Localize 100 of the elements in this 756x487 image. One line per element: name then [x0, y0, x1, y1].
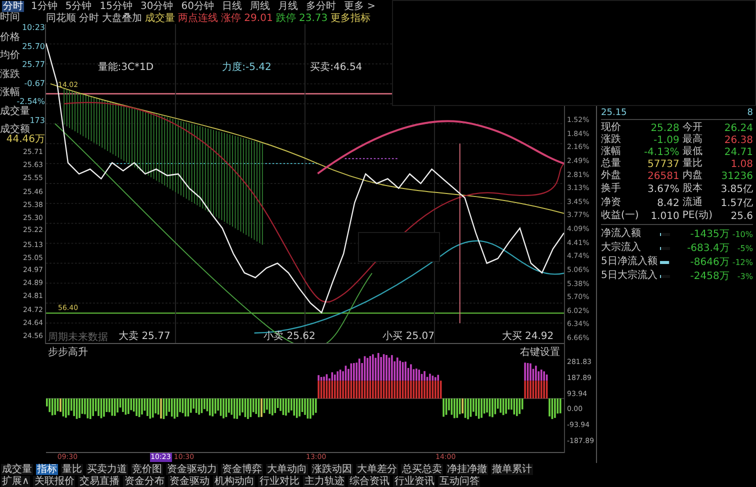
quote-value: 44.46万: [5, 135, 45, 145]
flow-value: -8646万: [689, 256, 730, 269]
flow-percent: -12%: [732, 258, 753, 266]
quote-label: 流通: [682, 197, 704, 209]
period-tab[interactable]: 周线: [248, 0, 271, 12]
quote-value: 1.010: [650, 210, 680, 222]
flow-value: -683.4万: [686, 242, 730, 255]
quote-label: 成交额: [0, 125, 30, 135]
bottom-tab[interactable]: 行业资讯: [393, 476, 436, 486]
bottom-tab[interactable]: 大单动向: [266, 464, 308, 474]
quote-value: 26.38: [723, 134, 753, 146]
indicator-label: 力度:-5.42: [222, 60, 272, 74]
bottom-tab[interactable]: 资金分布: [123, 476, 166, 486]
bottom-tab[interactable]: 总买总卖: [401, 464, 443, 474]
bottom-tab[interactable]: 关联报价: [33, 476, 76, 486]
quote-value: 26.24: [723, 122, 753, 134]
quote-value: 24.71: [723, 146, 753, 158]
indicator-label: 买卖:46.54: [310, 60, 362, 74]
bottom-tab[interactable]: 成交量: [1, 464, 33, 474]
bottom-tab[interactable]: 扩展∧: [1, 476, 30, 486]
quote-value: 8.42: [656, 198, 680, 208]
order-price: 25.15: [601, 108, 627, 118]
quote-value: 3.67%: [646, 184, 680, 194]
quote-label: 换手: [601, 183, 622, 195]
period-tab[interactable]: 多分时: [304, 0, 337, 12]
chart-note: 周期未来数据: [48, 330, 108, 344]
quote-value: -0.67: [23, 80, 45, 88]
trade-marker: 小买 25.07: [382, 330, 434, 343]
trade-marker: 大卖 25.77: [118, 330, 170, 343]
bottom-tab[interactable]: 资金博弈: [221, 464, 263, 474]
indicator-label: 量能:3C*1D: [98, 60, 154, 74]
trade-marker: 大买 24.92: [502, 330, 554, 343]
quote-label: 净资: [601, 197, 622, 209]
toolbar-item[interactable]: 分时: [79, 11, 99, 25]
quote-label: 涨幅: [601, 146, 622, 158]
bottom-tab[interactable]: 资金驱动力: [166, 464, 218, 474]
time-label: 时间: [0, 12, 21, 24]
quote-value: 25.77: [21, 61, 45, 70]
bottom-tab[interactable]: 互动问答: [438, 476, 480, 486]
period-tab[interactable]: 5分钟: [64, 0, 93, 12]
quote-value: 25.6: [730, 210, 753, 222]
quote-value: 1.57亿: [720, 197, 753, 210]
toolbar-item[interactable]: 成交量: [145, 11, 175, 25]
flow-label: 5日大宗流入: [601, 270, 658, 282]
guide-line-drawing: [344, 158, 400, 160]
quote-label: 内盘: [682, 170, 704, 182]
bottom-tab[interactable]: 撤单累计: [491, 464, 533, 474]
trade-marker: 小卖 25.62: [264, 330, 316, 343]
toolbar-item[interactable]: 涨停 29.01: [221, 11, 273, 25]
flow-label: 大宗流入: [601, 242, 642, 254]
toolbar-item[interactable]: 大盘叠加: [102, 11, 142, 25]
flow-percent: -3%: [736, 272, 753, 280]
toolbar-item[interactable]: 更多指标: [330, 11, 371, 25]
bottom-tab[interactable]: 净挂净撤: [446, 464, 488, 474]
period-tab[interactable]: 60分钟: [180, 0, 215, 12]
quote-label: 外盘: [601, 170, 622, 182]
bottom-tab[interactable]: 交易直播: [78, 476, 120, 486]
period-tab[interactable]: 月线: [276, 0, 299, 12]
quote-label: 现价: [601, 122, 622, 134]
bottom-tab[interactable]: 竞价图: [131, 464, 163, 474]
bottom-tab[interactable]: 量比: [61, 464, 83, 474]
bottom-tab[interactable]: 资金驱动: [168, 476, 210, 486]
quote-label: 量比: [682, 158, 704, 170]
quote-value: -2.54%: [16, 98, 45, 106]
toolbar-item[interactable]: 同花顺: [46, 11, 76, 25]
indicator-title: 步步高升: [48, 346, 88, 359]
quote-value: 173: [30, 116, 45, 124]
bottom-tab[interactable]: 买卖力道: [86, 464, 128, 474]
bottom-tab[interactable]: 主力轨迹: [303, 476, 346, 486]
bottom-tab[interactable]: 行业对比: [258, 476, 300, 486]
period-tab[interactable]: 分时: [2, 0, 24, 12]
quote-value: 31236: [720, 170, 753, 182]
flow-value: -1435万: [689, 228, 730, 241]
quote-label: 最低: [682, 146, 704, 158]
quote-label: 成交量: [0, 106, 30, 116]
quote-value: 26581: [646, 170, 680, 182]
toolbar-item[interactable]: 两点连线: [178, 11, 218, 25]
quote-value: -1.09: [652, 134, 680, 146]
period-tab[interactable]: 更多 >: [342, 0, 377, 12]
bottom-tab[interactable]: 机构动向: [213, 476, 256, 486]
bottom-tab[interactable]: 涨跌动因: [311, 464, 353, 474]
quote-value: 3.85亿: [720, 183, 753, 196]
period-tab[interactable]: 1分钟: [30, 0, 58, 12]
quote-value: -4.13%: [642, 146, 680, 158]
settings-link[interactable]: 右键设置: [520, 345, 560, 359]
quote-value: 57737: [646, 158, 680, 170]
flow-percent: -5%: [736, 244, 753, 252]
bottom-tab[interactable]: 大单差分: [356, 464, 398, 474]
quote-value: 1.08: [730, 158, 753, 170]
period-tab[interactable]: 30分钟: [139, 0, 174, 12]
order-volume: 8: [747, 108, 753, 118]
quote-value: 25.28: [650, 122, 680, 134]
bottom-tab[interactable]: 指标: [36, 464, 58, 474]
flow-percent: -10%: [732, 230, 753, 238]
quote-label: 均价: [0, 51, 21, 61]
toolbar-item[interactable]: 跌停 23.73: [276, 11, 328, 25]
flow-label: 5日净流入额: [601, 256, 658, 268]
period-tab[interactable]: 日线: [220, 0, 243, 12]
bottom-tab[interactable]: 综合资讯: [348, 476, 390, 486]
period-tab[interactable]: 15分钟: [98, 0, 134, 12]
